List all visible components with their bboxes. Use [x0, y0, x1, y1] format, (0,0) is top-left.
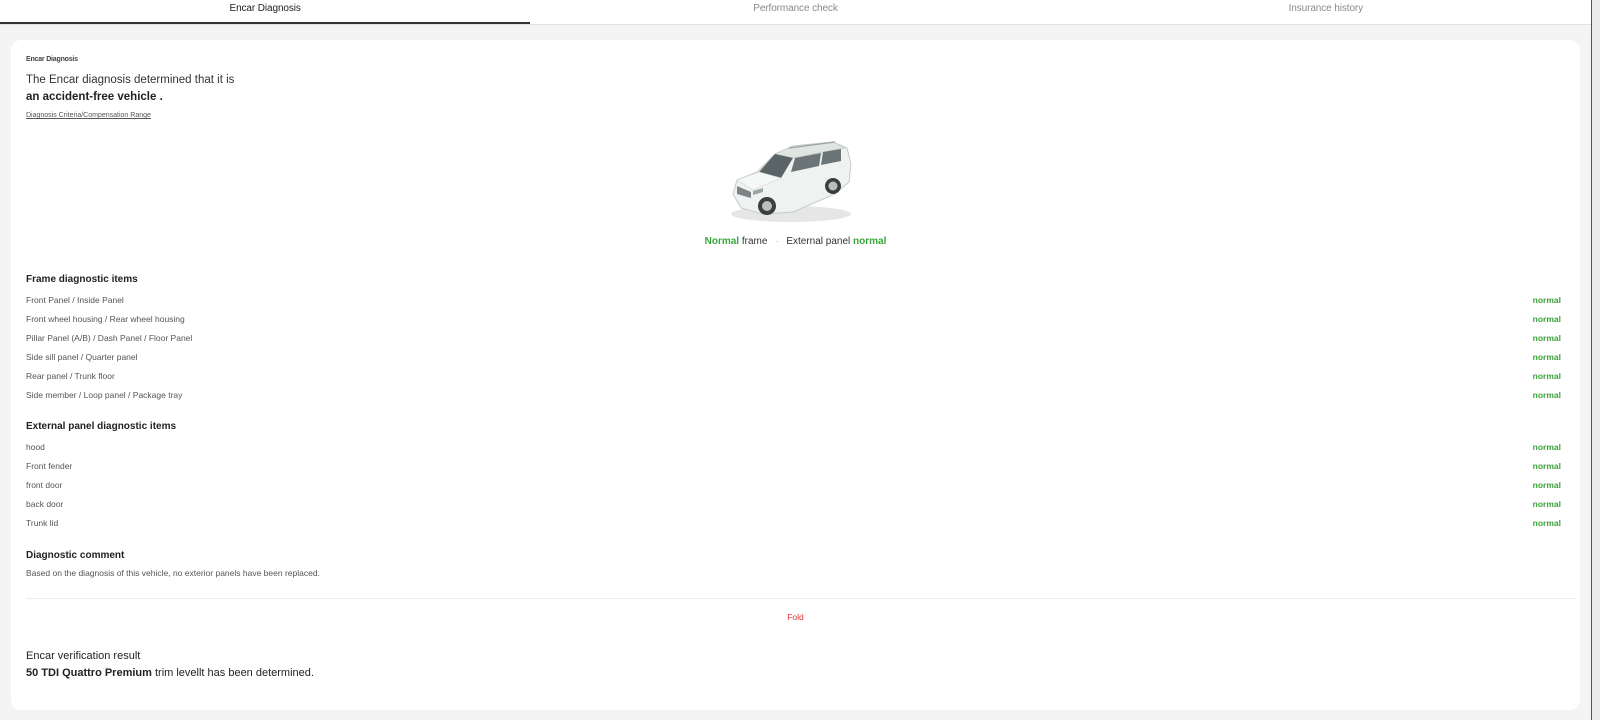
tab-insurance-history[interactable]: Insurance history [1061, 0, 1591, 24]
tab-performance-check[interactable]: Performance check [530, 0, 1060, 24]
item-label: Trunk lid [26, 518, 59, 528]
fold-button[interactable]: Fold [11, 612, 1580, 622]
table-row: Side sill panel / Quarter panel normal [26, 352, 1576, 366]
separator-dot: · [775, 236, 779, 247]
table-row: hood normal [26, 442, 1576, 456]
status-badge: normal [1532, 499, 1561, 509]
verification-result: 50 TDI Quattro Premium trim levellt has … [26, 667, 314, 679]
diagnosis-criteria-link[interactable]: Diagnosis Criteria/Compensation Range [26, 112, 151, 119]
status-badge: normal [1532, 480, 1561, 490]
verification-title: Encar verification result [26, 650, 141, 662]
frame-label: frame [741, 236, 768, 247]
panel-items-title: External panel diagnostic items [26, 421, 177, 432]
item-label: hood [26, 442, 45, 452]
panel-status: normal [853, 236, 887, 247]
item-label: Rear panel / Trunk floor [26, 371, 115, 381]
item-label: front door [26, 480, 63, 490]
comment-text: Based on the diagnosis of this vehicle, … [26, 568, 320, 578]
comment-title: Diagnostic comment [26, 550, 125, 561]
tab-encar-diagnosis[interactable]: Encar Diagnosis [0, 0, 531, 24]
table-row: Pillar Panel (A/B) / Dash Panel / Floor … [26, 333, 1576, 347]
table-row: front door normal [26, 480, 1576, 494]
panel-label: External panel [786, 236, 851, 247]
item-label: back door [26, 499, 64, 509]
status-badge: normal [1532, 295, 1561, 305]
section-label: Encar Diagnosis [26, 56, 78, 63]
table-row: Side member / Loop panel / Package tray n… [26, 390, 1576, 404]
trim-name: 50 TDI Quattro Premium [26, 667, 152, 679]
diagnosis-card: Encar Diagnosis The Encar diagnosis dete… [11, 40, 1580, 710]
divider [26, 598, 1576, 599]
tab-bar: Encar Diagnosis Performance check Insura… [0, 0, 1591, 25]
table-row: Trunk lid normal [26, 518, 1576, 532]
scrollbar[interactable] [1591, 0, 1600, 720]
frame-status: Normal [704, 236, 740, 247]
item-label: Side sill panel / Quarter panel [26, 352, 138, 362]
table-row: Front fender normal [26, 461, 1576, 475]
item-label: Side member / Loop panel / Package tray [26, 390, 183, 400]
table-row: Front Panel / Inside Panel normal [26, 295, 1576, 309]
item-label: Pillar Panel (A/B) / Dash Panel / Floor … [26, 333, 193, 343]
status-badge: normal [1532, 461, 1561, 471]
status-badge: normal [1532, 333, 1561, 343]
headline-line-1: The Encar diagnosis determined that it i… [26, 74, 235, 86]
status-badge: normal [1532, 518, 1561, 528]
item-label: Front wheel housing / Rear wheel housing [26, 314, 185, 324]
headline-line-2: an accident-free vehicle . [26, 91, 163, 103]
status-badge: normal [1532, 314, 1561, 324]
status-badge: normal [1532, 390, 1561, 400]
table-row: Rear panel / Trunk floor normal [26, 371, 1576, 385]
item-label: Front fender [26, 461, 73, 471]
item-label: Front Panel / Inside Panel [26, 295, 124, 305]
diagnosis-summary: Normal frame · External panel normal [11, 236, 1580, 247]
table-row: Front wheel housing / Rear wheel housing… [26, 314, 1576, 328]
status-badge: normal [1532, 371, 1561, 381]
trim-suffix: trim levellt has been determined. [151, 667, 314, 679]
suv-car-image [731, 141, 852, 222]
table-row: back door normal [26, 499, 1576, 513]
frame-items-title: Frame diagnostic items [26, 274, 138, 285]
status-badge: normal [1532, 442, 1561, 452]
status-badge: normal [1532, 352, 1561, 362]
